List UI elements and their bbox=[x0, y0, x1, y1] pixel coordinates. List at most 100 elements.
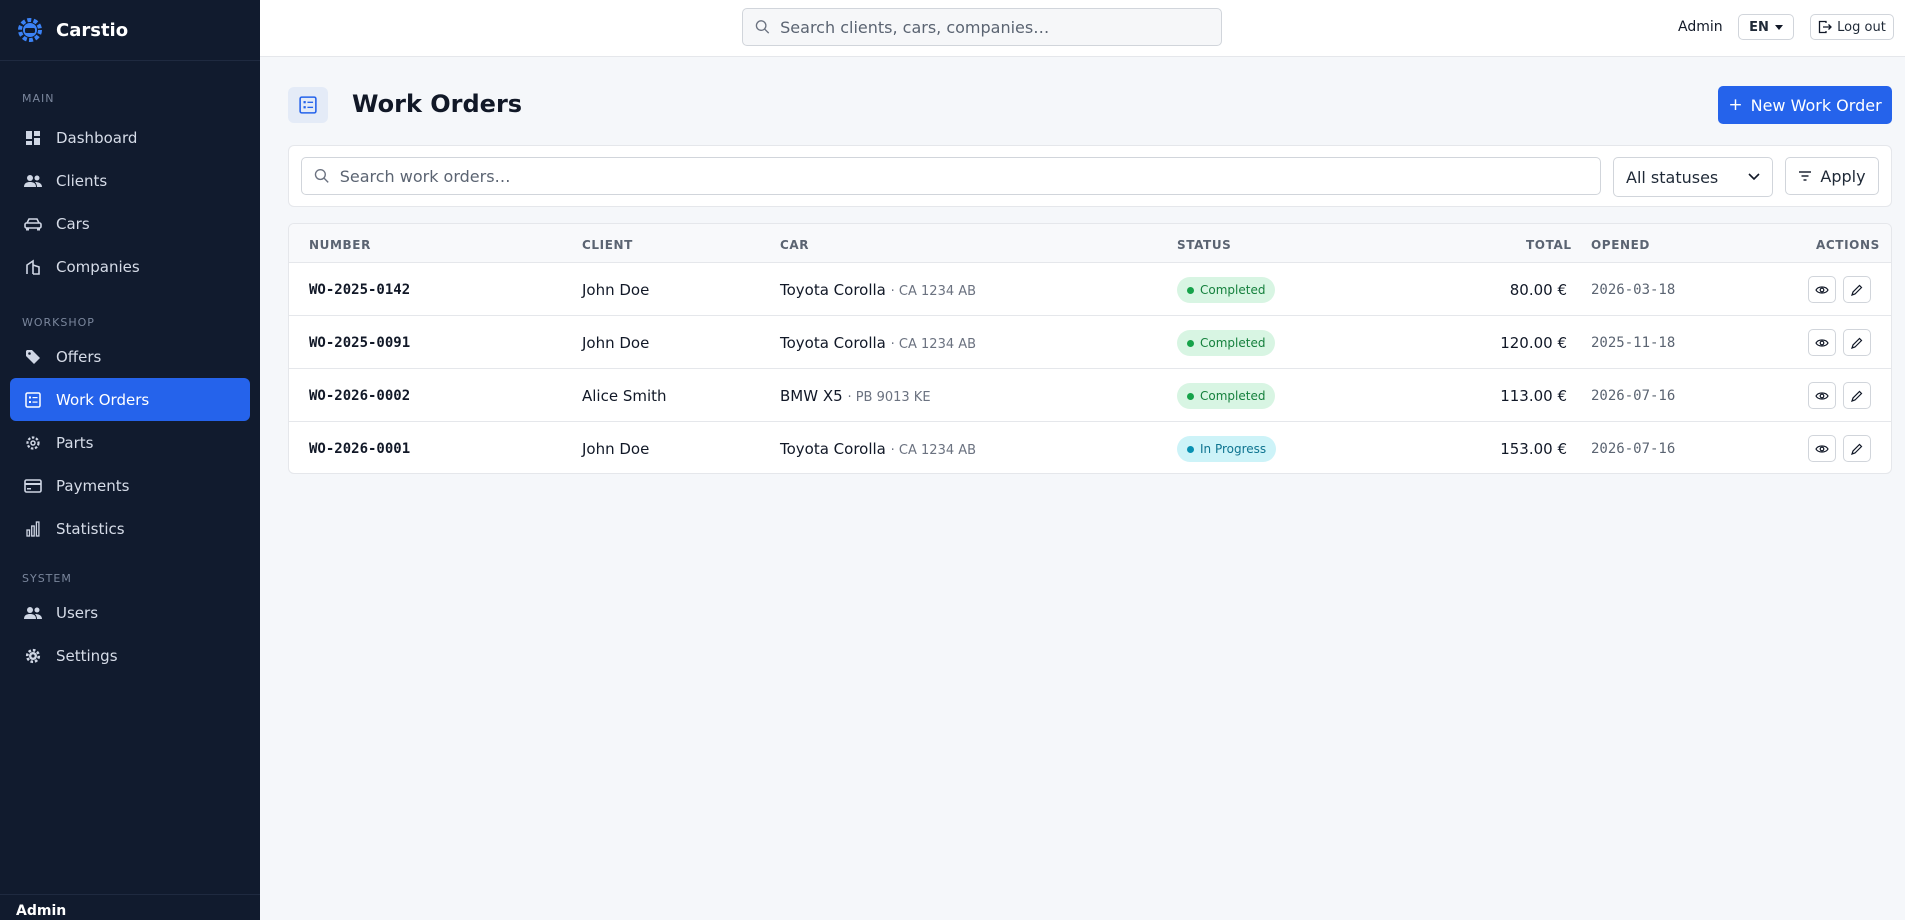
eye-icon bbox=[1815, 391, 1829, 400]
car-cell: BMW X5 · PB 9013 KE bbox=[780, 387, 931, 405]
sidebar-item-dashboard[interactable]: Dashboard bbox=[10, 116, 250, 159]
view-button[interactable] bbox=[1808, 276, 1836, 303]
view-button[interactable] bbox=[1808, 435, 1836, 462]
client-name: Alice Smith bbox=[582, 387, 667, 405]
status-dot bbox=[1187, 392, 1194, 400]
sidebar-item-companies[interactable]: Companies bbox=[10, 245, 250, 288]
table-row[interactable]: WO-2025-0142 John Doe Toyota Corolla · C… bbox=[289, 263, 1891, 316]
car-model: Toyota Corolla bbox=[780, 334, 886, 352]
car-plate: · CA 1234 AB bbox=[890, 443, 977, 458]
credit-card-icon bbox=[24, 477, 42, 495]
sidebar-item-label: Users bbox=[56, 603, 99, 622]
status-label: Completed bbox=[1200, 283, 1266, 297]
sidebar: Carstio MAIN Dashboard Clients Cars Comp… bbox=[0, 0, 260, 920]
column-header-number[interactable]: NUMBER bbox=[309, 238, 371, 252]
sidebar-item-users[interactable]: Users bbox=[10, 591, 250, 634]
sidebar-item-label: Settings bbox=[56, 646, 118, 665]
status-filter-select[interactable]: All statuses bbox=[1613, 157, 1773, 197]
building-icon bbox=[24, 258, 42, 276]
car-plate: · CA 1234 AB bbox=[890, 284, 977, 299]
language-dropdown[interactable]: EN bbox=[1738, 14, 1794, 40]
edit-button[interactable] bbox=[1843, 382, 1871, 409]
sidebar-item-offers[interactable]: Offers bbox=[10, 335, 250, 378]
table-row[interactable]: WO-2025-0091 John Doe Toyota Corolla · C… bbox=[289, 316, 1891, 369]
language-label: EN bbox=[1749, 19, 1769, 35]
sidebar-item-label: Dashboard bbox=[56, 128, 138, 147]
car-cell: Toyota Corolla · CA 1234 AB bbox=[780, 281, 976, 299]
view-button[interactable] bbox=[1808, 382, 1836, 409]
sidebar-item-work-orders[interactable]: Work Orders bbox=[10, 378, 250, 421]
column-header-status[interactable]: STATUS bbox=[1177, 238, 1231, 252]
car-cell: Toyota Corolla · CA 1234 AB bbox=[780, 334, 976, 352]
status-dot bbox=[1187, 445, 1194, 453]
filter-icon bbox=[1799, 171, 1812, 181]
search-icon bbox=[314, 168, 329, 183]
car-plate: · CA 1234 AB bbox=[890, 337, 977, 352]
sidebar-item-label: Offers bbox=[56, 347, 102, 366]
sidebar-item-payments[interactable]: Payments bbox=[10, 464, 250, 507]
status-label: Completed bbox=[1200, 389, 1266, 403]
sidebar-item-clients[interactable]: Clients bbox=[10, 159, 250, 202]
column-header-actions: ACTIONS bbox=[1816, 238, 1880, 252]
caret-down-icon bbox=[1774, 24, 1783, 30]
column-header-car[interactable]: CAR bbox=[780, 238, 809, 252]
car-cell: Toyota Corolla · CA 1234 AB bbox=[780, 440, 976, 458]
status-label: In Progress bbox=[1200, 442, 1267, 456]
logout-button[interactable]: Log out bbox=[1810, 14, 1894, 40]
users-icon bbox=[24, 172, 42, 190]
client-name: John Doe bbox=[582, 334, 650, 352]
car-model: BMW X5 bbox=[780, 387, 843, 405]
sidebar-item-statistics[interactable]: Statistics bbox=[10, 507, 250, 550]
client-name: John Doe bbox=[582, 281, 650, 299]
new-work-order-button[interactable]: + New Work Order bbox=[1718, 86, 1892, 124]
sidebar-item-label: Clients bbox=[56, 171, 108, 190]
global-search-input[interactable] bbox=[780, 17, 1221, 37]
edit-button[interactable] bbox=[1843, 435, 1871, 462]
total-amount: 120.00 € bbox=[1500, 334, 1567, 352]
plus-icon: + bbox=[1728, 94, 1743, 115]
logout-label: Log out bbox=[1837, 19, 1886, 35]
opened-date: 2026-07-16 bbox=[1591, 388, 1676, 404]
bar-chart-icon bbox=[24, 520, 42, 538]
gear-icon bbox=[24, 434, 42, 452]
edit-button[interactable] bbox=[1843, 329, 1871, 356]
pencil-icon bbox=[1851, 390, 1863, 402]
column-header-total[interactable]: TOTAL bbox=[1526, 238, 1572, 252]
filter-bar: All statuses Apply bbox=[288, 145, 1892, 207]
logout-icon bbox=[1819, 20, 1833, 34]
section-title-workshop: WORKSHOP bbox=[22, 316, 95, 329]
brand[interactable]: Carstio bbox=[0, 0, 260, 61]
work-order-number[interactable]: WO-2026-0001 bbox=[309, 441, 410, 457]
sidebar-item-settings[interactable]: Settings bbox=[10, 634, 250, 677]
global-search[interactable] bbox=[742, 8, 1222, 46]
sidebar-item-parts[interactable]: Parts bbox=[10, 421, 250, 464]
sidebar-item-label: Work Orders bbox=[56, 390, 150, 409]
pencil-icon bbox=[1851, 443, 1863, 455]
work-order-number[interactable]: WO-2025-0091 bbox=[309, 335, 410, 351]
work-order-search[interactable] bbox=[301, 157, 1601, 195]
tag-icon bbox=[24, 348, 42, 366]
edit-button[interactable] bbox=[1843, 276, 1871, 303]
opened-date: 2025-11-18 bbox=[1591, 335, 1676, 351]
dashboard-icon bbox=[24, 129, 42, 147]
apply-filter-button[interactable]: Apply bbox=[1785, 157, 1879, 195]
work-order-number[interactable]: WO-2025-0142 bbox=[309, 282, 410, 298]
table-row[interactable]: WO-2026-0001 John Doe Toyota Corolla · C… bbox=[289, 422, 1891, 473]
eye-icon bbox=[1815, 338, 1829, 347]
sidebar-item-label: Statistics bbox=[56, 519, 125, 538]
sidebar-item-cars[interactable]: Cars bbox=[10, 202, 250, 245]
list-icon bbox=[299, 96, 317, 114]
column-header-client[interactable]: CLIENT bbox=[582, 238, 633, 252]
table-row[interactable]: WO-2026-0002 Alice Smith BMW X5 · PB 901… bbox=[289, 369, 1891, 422]
work-order-search-input[interactable] bbox=[339, 166, 1600, 186]
page-title: Work Orders bbox=[352, 90, 523, 118]
status-badge: Completed bbox=[1177, 383, 1276, 409]
opened-date: 2026-07-16 bbox=[1591, 441, 1676, 457]
status-filter-value: All statuses bbox=[1626, 167, 1719, 187]
column-header-opened[interactable]: OPENED bbox=[1591, 238, 1650, 252]
view-button[interactable] bbox=[1808, 329, 1836, 356]
work-order-number[interactable]: WO-2026-0002 bbox=[309, 388, 410, 404]
sidebar-item-label: Companies bbox=[56, 257, 140, 276]
status-badge: Completed bbox=[1177, 330, 1276, 356]
client-name: John Doe bbox=[582, 440, 650, 458]
